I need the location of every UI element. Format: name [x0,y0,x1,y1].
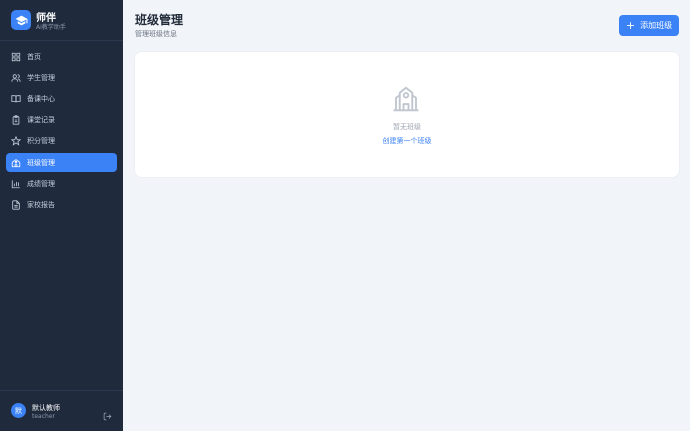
user-profile: 默 默认教师 teacher [0,390,123,431]
user-name: 默认教师 [32,404,60,412]
sidebar-item-grades[interactable]: 成绩管理 [6,174,117,193]
brand: 师伴 AI教学助手 [0,0,123,41]
empty-state-card: 暂无班级 创建第一个班级 [135,52,679,177]
brand-subtitle: AI教学助手 [36,24,66,31]
sidebar-item-parent-reports[interactable]: 家校报告 [6,195,117,214]
page-subtitle: 管理班级信息 [135,30,177,38]
avatar[interactable]: 默 [11,403,26,418]
add-class-button-label: 添加班级 [640,21,673,30]
plus-icon: + [625,19,636,32]
sidebar-item-classes[interactable]: 班级管理 [6,153,117,172]
graduation-cap-icon [11,10,31,30]
users-icon [11,73,21,83]
bar-chart-icon [11,179,21,189]
book-open-icon [11,94,21,104]
sidebar-item-label: 成绩管理 [27,179,55,188]
star-icon [11,135,21,146]
school-icon [391,84,421,114]
sidebar-item-label: 积分管理 [27,136,55,145]
sidebar-item-students[interactable]: 学生管理 [6,68,117,87]
sidebar: 师伴 AI教学助手 首页 学生管理 备课中心 课堂记录 积分管理 班级管理 成绩… [0,0,123,431]
sidebar-item-lesson-prep[interactable]: 备课中心 [6,89,117,108]
sidebar-item-label: 首页 [27,52,41,61]
empty-state-message: 暂无班级 [393,123,421,131]
logout-icon[interactable] [103,406,112,421]
grid-icon [11,52,21,62]
page-title: 班级管理 [135,13,184,27]
sidebar-item-label: 备课中心 [27,94,55,103]
user-role: teacher [32,413,55,420]
sidebar-item-label: 课堂记录 [27,115,55,124]
add-class-button[interactable]: + 添加班级 [619,15,679,36]
school-icon [11,158,21,168]
sidebar-item-points[interactable]: 积分管理 [6,131,117,150]
file-text-icon [11,199,21,210]
sidebar-item-label: 班级管理 [27,158,55,167]
clipboard-icon [11,114,21,125]
sidebar-item-home[interactable]: 首页 [6,47,117,66]
create-first-class-link[interactable]: 创建第一个班级 [135,136,679,146]
sidebar-item-class-records[interactable]: 课堂记录 [6,110,117,129]
sidebar-item-label: 学生管理 [27,73,55,82]
sidebar-item-label: 家校报告 [27,200,55,209]
